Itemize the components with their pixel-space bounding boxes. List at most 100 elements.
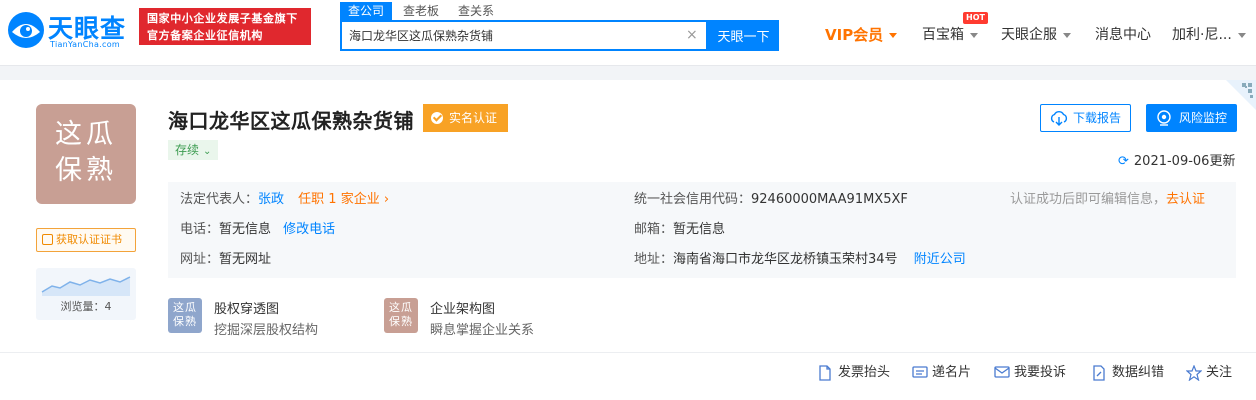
card-divider bbox=[0, 352, 1256, 353]
thumb-line-1: 这瓜 bbox=[389, 301, 413, 314]
email-label: 邮箱： bbox=[634, 222, 674, 237]
chevron-down-icon: ⌄ bbox=[203, 146, 212, 157]
legal-rep-row: 法定代表人：张政 任职 1 家企业 › bbox=[180, 191, 389, 209]
monitor-label: 风险监控 bbox=[1179, 111, 1228, 125]
equity-graph-thumbnail: 这瓜 保熟 bbox=[168, 298, 202, 333]
org-chart-tool[interactable]: 这瓜 保熟 企业架构图 瞬息掌握企业关系 bbox=[384, 298, 584, 338]
chevron-down-icon bbox=[1237, 32, 1246, 38]
company-card: 这瓜 保熟 获取认证证书 浏览量：4 海口龙华区这瓜保熟杂货铺 实名认证 存续 ⌄… bbox=[0, 80, 1256, 400]
address-label: 地址： bbox=[634, 252, 674, 267]
cert-label: 获取认证证书 bbox=[56, 233, 122, 246]
invoice-label: 发票抬头 bbox=[838, 365, 891, 380]
complaint-button[interactable]: 我要投诉 bbox=[994, 363, 1066, 383]
tab-search-company[interactable]: 查公司 bbox=[340, 2, 393, 20]
thumb-line-2: 保熟 bbox=[389, 315, 413, 328]
phone-label: 电话： bbox=[180, 222, 220, 237]
vip-menu[interactable]: VIP会员 bbox=[825, 25, 898, 45]
chevron-down-icon bbox=[889, 33, 898, 38]
logo-domain: TianYanCha.com bbox=[50, 40, 120, 49]
invoice-title-button[interactable]: 发票抬头 bbox=[818, 363, 890, 383]
address-value: 海南省海口市龙华区龙桥镇玉荣村34号 bbox=[673, 252, 898, 267]
search-button[interactable]: 天眼一下 bbox=[708, 20, 779, 51]
risk-monitor-button[interactable]: 风险监控 bbox=[1146, 104, 1237, 132]
edit-phone-link[interactable]: 修改电话 bbox=[283, 222, 335, 237]
equity-graph-desc: 挖掘深层股权结构 bbox=[214, 323, 319, 338]
legal-rep-name-link[interactable]: 张政 bbox=[258, 192, 284, 207]
gov-endorsement-banner[interactable]: 国家中小企业发展子基金旗下 官方备案企业征信机构 bbox=[139, 8, 311, 45]
search-input[interactable] bbox=[342, 22, 672, 49]
monitor-eye-icon bbox=[1157, 110, 1171, 126]
thumb-line-1: 这瓜 bbox=[173, 301, 197, 314]
views-trend-icon bbox=[41, 276, 131, 296]
download-label: 下载报告 bbox=[1073, 111, 1122, 125]
edit-document-icon bbox=[1093, 365, 1105, 381]
nearby-companies-link[interactable]: 附近公司 bbox=[914, 252, 966, 267]
follow-button[interactable]: 关注 bbox=[1186, 363, 1232, 383]
send-card-label: 递名片 bbox=[932, 365, 972, 380]
download-report-button[interactable]: 下载报告 bbox=[1040, 104, 1131, 132]
verified-badge[interactable]: 实名认证 bbox=[423, 104, 508, 132]
update-time[interactable]: ⟳ 2021-09-06更新 bbox=[1118, 150, 1235, 169]
chevron-down-icon bbox=[1063, 32, 1071, 38]
website-value: 暂无网址 bbox=[219, 252, 272, 267]
vip-label: VIP会员 bbox=[825, 26, 884, 44]
phone-row: 电话：暂无信息 修改电话 bbox=[180, 221, 335, 239]
follow-label: 关注 bbox=[1206, 365, 1233, 380]
tab-search-boss[interactable]: 查老板 bbox=[403, 2, 439, 20]
address-row: 地址：海南省海口市龙华区龙桥镇玉荣村34号 附近公司 bbox=[634, 251, 966, 269]
equity-graph-tool[interactable]: 这瓜 保熟 股权穿透图 挖掘深层股权结构 bbox=[168, 298, 368, 338]
company-name: 海口龙华区这瓜保熟杂货铺 bbox=[168, 109, 414, 133]
treasure-label: 百宝箱 bbox=[922, 27, 964, 43]
basic-info-panel: 法定代表人：张政 任职 1 家企业 › 统一社会信用代码：92460000MAA… bbox=[168, 182, 1236, 278]
credit-code-label: 统一社会信用代码： bbox=[634, 192, 752, 207]
clear-icon[interactable]: × bbox=[686, 27, 698, 43]
auth-tip-text: 认证成功后即可编辑信息， bbox=[1010, 192, 1167, 207]
document-icon bbox=[819, 365, 831, 381]
check-icon bbox=[431, 112, 443, 124]
status-badge[interactable]: 存续 ⌄ bbox=[168, 140, 219, 160]
star-icon bbox=[1186, 365, 1202, 381]
views-widget: 浏览量：4 bbox=[36, 268, 136, 320]
cloud-download-icon bbox=[1050, 111, 1068, 126]
data-correction-label: 数据纠错 bbox=[1112, 365, 1165, 380]
email-row: 邮箱：暂无信息 bbox=[634, 221, 725, 239]
message-label: 消息中心 bbox=[1095, 27, 1151, 43]
update-date: 2021-09-06更新 bbox=[1133, 154, 1236, 169]
gov-line-2: 官方备案企业征信机构 bbox=[147, 29, 263, 42]
credit-code-row: 统一社会信用代码：92460000MAA91MX5XF bbox=[634, 191, 908, 209]
gov-line-1: 国家中小企业发展子基金旗下 bbox=[147, 12, 298, 25]
user-menu[interactable]: 加利·尼... bbox=[1172, 25, 1246, 45]
search-box: × bbox=[340, 20, 708, 51]
site-logo[interactable]: 天眼查 TianYanCha.com bbox=[6, 8, 132, 52]
hot-badge: HOT bbox=[963, 12, 988, 24]
enterprise-service-menu[interactable]: 天眼企服 bbox=[1001, 25, 1071, 45]
go-auth-link[interactable]: 去认证 bbox=[1166, 192, 1205, 207]
mail-icon bbox=[994, 366, 1010, 378]
tab-search-relation[interactable]: 查关系 bbox=[458, 2, 494, 20]
views-count: 浏览量：4 bbox=[60, 300, 112, 313]
user-name: 加利·尼... bbox=[1172, 27, 1232, 43]
message-center-link[interactable]: 消息中心 bbox=[1095, 25, 1151, 45]
certificate-icon bbox=[42, 234, 53, 245]
company-avatar: 这瓜 保熟 bbox=[36, 104, 136, 204]
treasure-menu[interactable]: 百宝箱 bbox=[922, 25, 978, 45]
avatar-line-2: 保熟 bbox=[55, 155, 117, 186]
enterprise-label: 天眼企服 bbox=[1001, 27, 1057, 43]
auth-tip-row: 认证成功后即可编辑信息，去认证 bbox=[1010, 191, 1205, 209]
send-card-button[interactable]: 递名片 bbox=[912, 363, 971, 383]
thumb-line-2: 保熟 bbox=[173, 315, 197, 328]
org-chart-desc: 瞬息掌握企业关系 bbox=[430, 323, 535, 338]
business-card-icon bbox=[912, 366, 928, 378]
legal-rep-positions-link[interactable]: 任职 1 家企业 › bbox=[298, 192, 389, 207]
website-row: 网址：暂无网址 bbox=[180, 251, 271, 269]
org-chart-title: 企业架构图 bbox=[430, 302, 496, 317]
equity-graph-title: 股权穿透图 bbox=[214, 302, 280, 317]
data-correction-button[interactable]: 数据纠错 bbox=[1092, 363, 1164, 383]
legal-rep-label: 法定代表人： bbox=[180, 192, 259, 207]
credit-code-value: 92460000MAA91MX5XF bbox=[751, 192, 908, 207]
get-certificate-button[interactable]: 获取认证证书 bbox=[36, 228, 136, 252]
logo-eye-icon bbox=[8, 12, 44, 48]
phone-value: 暂无信息 bbox=[219, 222, 272, 237]
legal-rep-positions-text: 任职 1 家企业 bbox=[298, 192, 380, 207]
top-bar: 天眼查 TianYanCha.com 国家中小企业发展子基金旗下 官方备案企业征… bbox=[0, 0, 1256, 66]
